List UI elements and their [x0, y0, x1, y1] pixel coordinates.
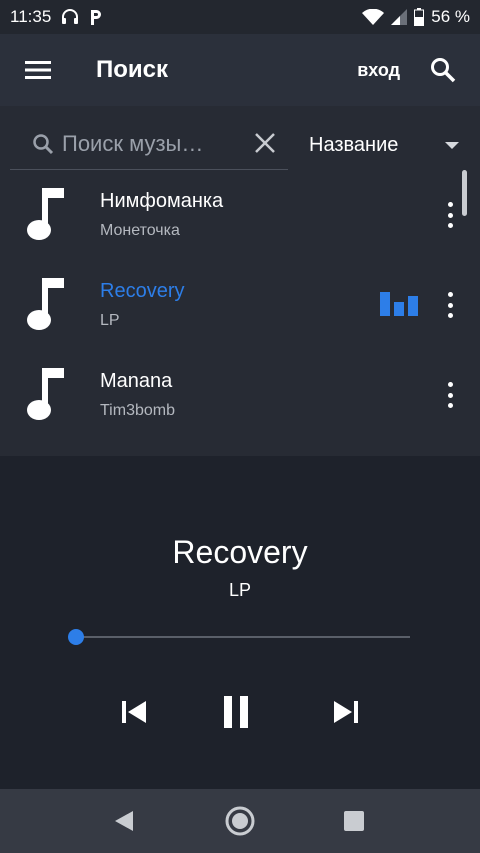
sort-selected-label: Название [309, 133, 399, 156]
now-playing-title: Recovery [172, 534, 308, 570]
page-title: Поиск [96, 56, 169, 83]
system-nav-bar [0, 789, 480, 853]
pause-icon [224, 696, 248, 728]
search-field[interactable] [10, 118, 288, 170]
track-title: Recovery [100, 280, 185, 302]
now-playing-artist: LP [228, 580, 252, 600]
seek-bar[interactable] [76, 636, 410, 638]
sort-dropdown[interactable]: Название [309, 128, 459, 162]
headphones-icon [62, 9, 79, 24]
previous-button[interactable] [112, 690, 156, 734]
login-button[interactable]: вход [345, 50, 412, 91]
parking-icon [91, 10, 102, 25]
search-icon [33, 133, 54, 154]
status-time: 11:35 [10, 7, 52, 26]
nav-home-icon [225, 806, 255, 836]
skip-next-icon [334, 701, 358, 723]
status-bar: 11:35 56 % [0, 0, 480, 34]
nav-back-icon [115, 811, 133, 831]
track-artist: Tim3bomb [100, 402, 175, 419]
music-note-icon [27, 278, 64, 330]
battery-percent: 56 % [431, 7, 470, 26]
menu-icon [25, 61, 51, 79]
list-item[interactable]: Нимфоманка Монеточка [0, 170, 480, 260]
close-icon [255, 133, 275, 153]
now-playing-panel: Recovery LP [0, 456, 480, 789]
nav-recents-button[interactable] [334, 801, 374, 841]
menu-button[interactable] [0, 34, 76, 106]
pause-button[interactable] [214, 690, 258, 734]
skip-previous-icon [122, 701, 146, 723]
more-vert-icon[interactable] [440, 200, 460, 230]
search-button[interactable] [412, 34, 474, 106]
track-artist: LP [100, 312, 120, 329]
music-note-icon [27, 368, 64, 420]
music-note-icon [27, 188, 64, 240]
list-item[interactable]: Manana Tim3bomb [0, 350, 480, 440]
battery-icon [414, 8, 425, 26]
track-artist: Монеточка [100, 222, 180, 239]
next-button[interactable] [324, 690, 368, 734]
search-icon [431, 58, 456, 83]
search-row: Название [0, 106, 480, 170]
track-title: Нимфоманка [100, 190, 224, 212]
search-results-panel: Название Нимфоманка Монеточка Recovery L… [0, 106, 480, 456]
nav-home-button[interactable] [220, 801, 260, 841]
wifi-icon [362, 9, 385, 25]
seek-thumb[interactable] [68, 629, 84, 645]
chevron-down-icon [445, 141, 459, 149]
nav-back-button[interactable] [104, 801, 144, 841]
more-vert-icon[interactable] [440, 380, 460, 410]
equalizer-icon [380, 290, 418, 316]
app-bar: Поиск вход [0, 34, 480, 106]
track-title: Manana [100, 370, 173, 392]
nav-recents-icon [344, 811, 364, 831]
more-vert-icon[interactable] [440, 290, 460, 320]
search-input[interactable] [62, 130, 222, 157]
signal-icon [391, 9, 408, 25]
list-item[interactable]: Recovery LP [0, 260, 480, 350]
clear-search-button[interactable] [254, 132, 276, 159]
